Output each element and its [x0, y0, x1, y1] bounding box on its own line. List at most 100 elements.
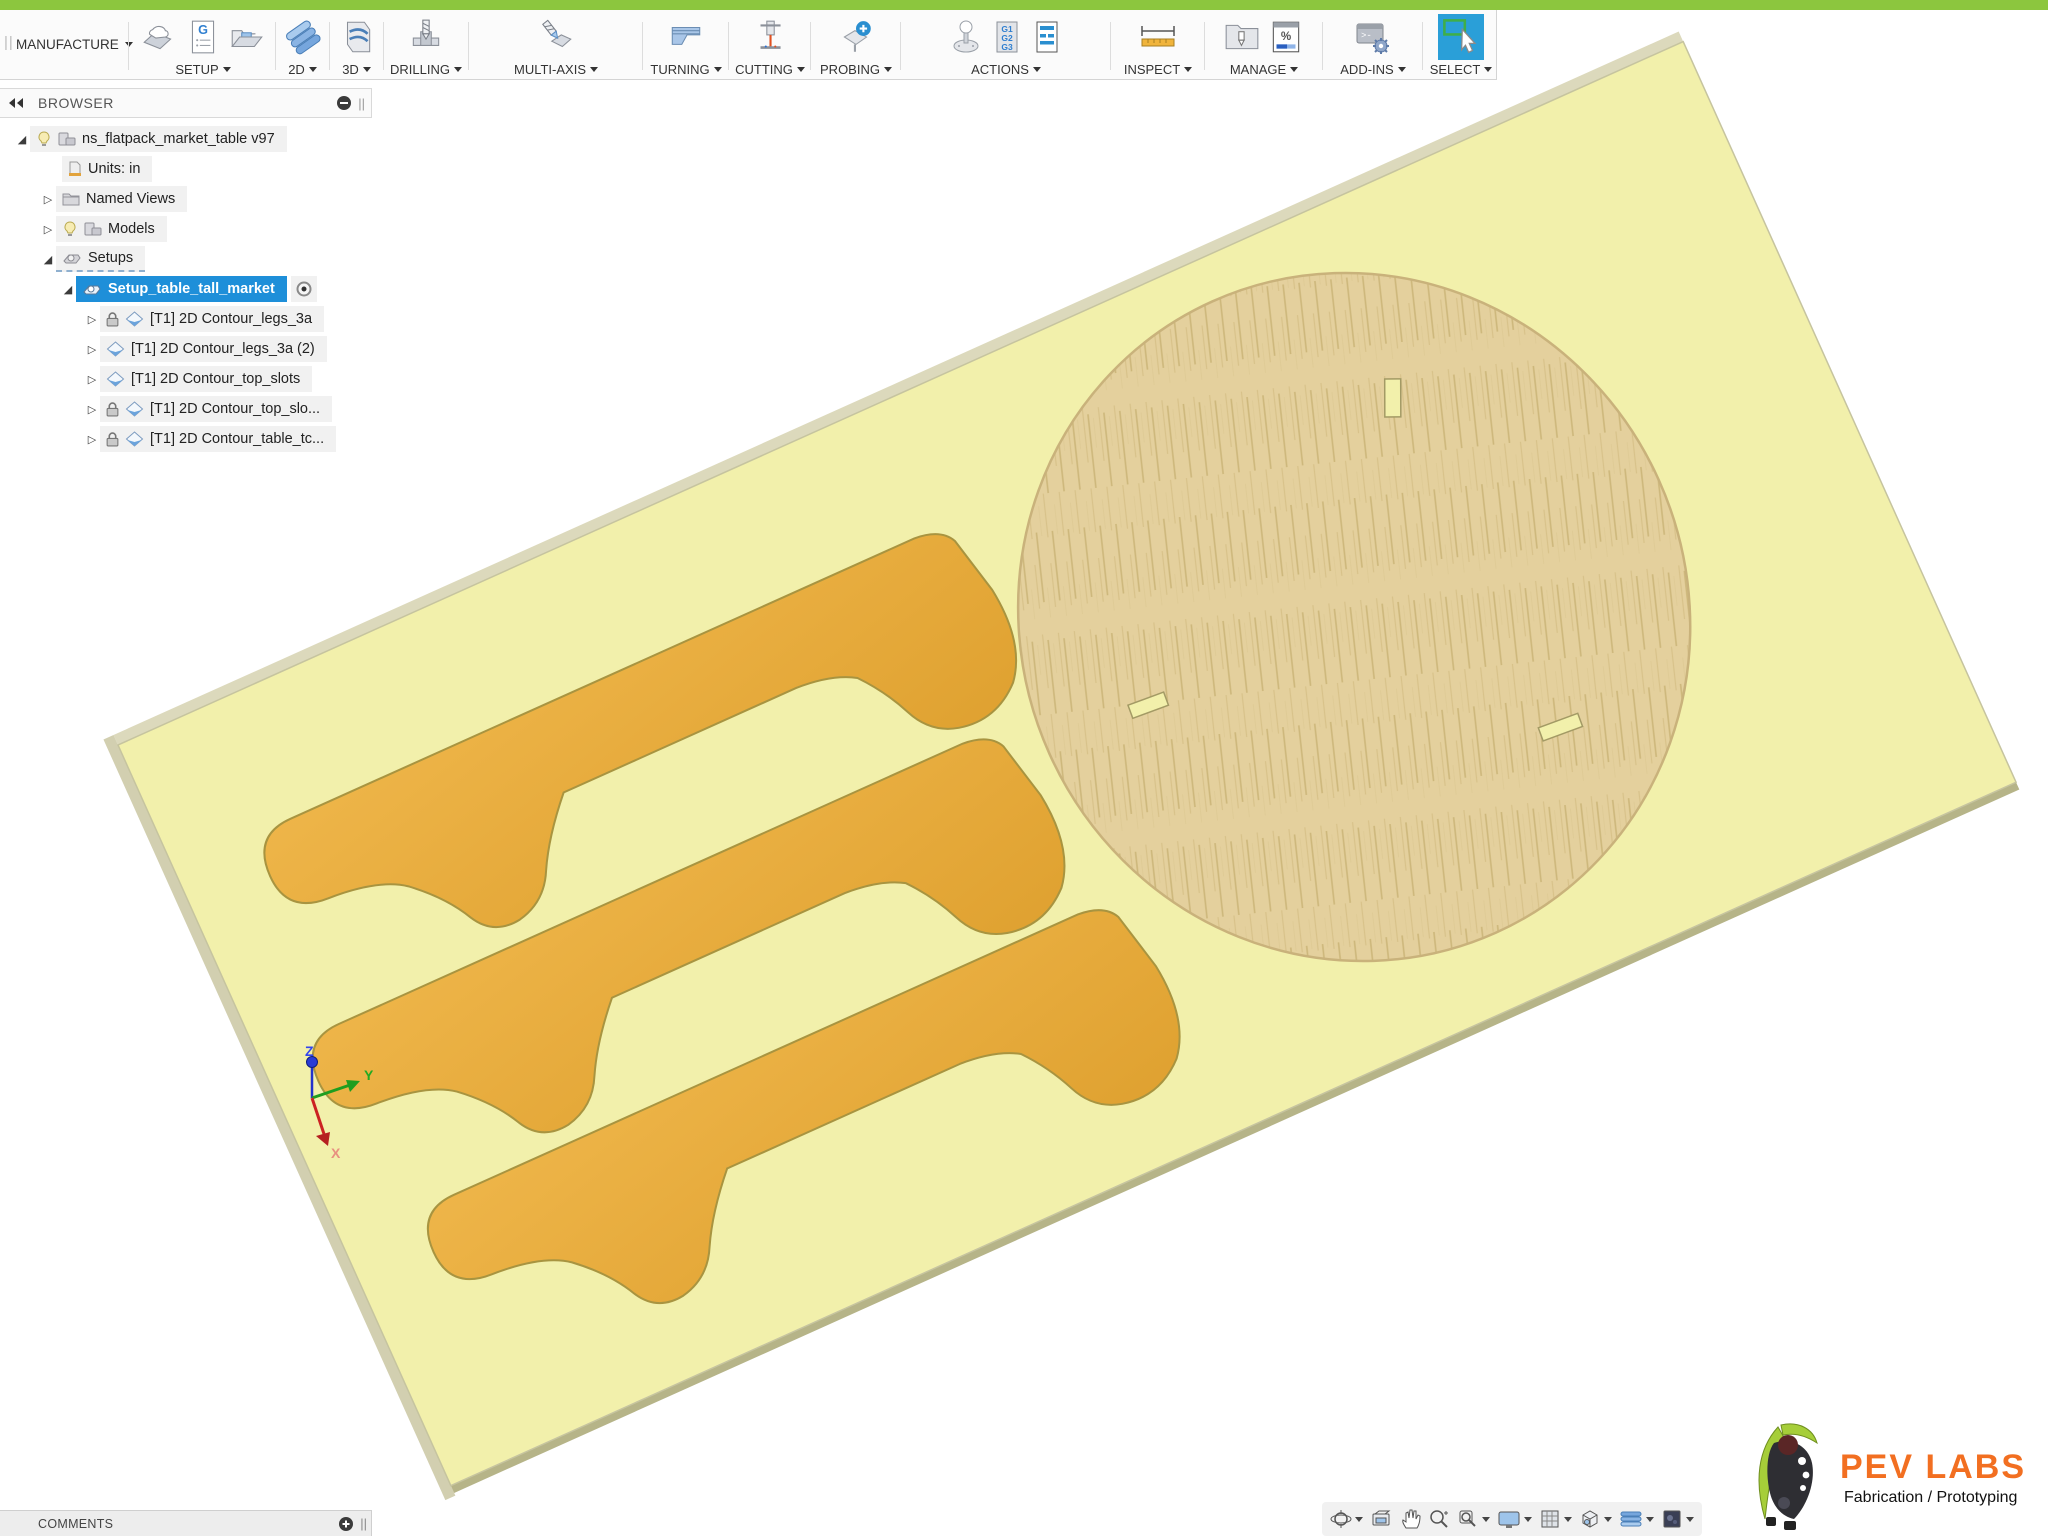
3d-milling-icon[interactable] — [338, 18, 376, 56]
toolbar-menu-actions[interactable]: ACTIONS — [971, 62, 1041, 77]
toolbar-grip[interactable]: || — [4, 34, 14, 51]
toolbar-menu-probing[interactable]: PROBING — [820, 62, 892, 77]
comments-resize-grip[interactable]: || — [360, 1516, 367, 1531]
expander-open-icon[interactable]: ◢ — [40, 253, 56, 266]
tree-row-operation[interactable]: ▷ [T1] 2D Contour_table_tc... — [0, 424, 372, 454]
tree-row-models[interactable]: ▷ Models — [0, 214, 372, 244]
toolbar-group-setup[interactable]: G SETUP — [132, 12, 274, 78]
expander-closed-icon[interactable]: ▷ — [84, 403, 100, 416]
look-at-button[interactable] — [1370, 1508, 1392, 1530]
tree-row-operation[interactable]: ▷ [T1] 2D Contour_legs_3a — [0, 304, 372, 334]
expander-closed-icon[interactable]: ▷ — [84, 433, 100, 446]
expander-closed-icon[interactable]: ▷ — [84, 313, 100, 326]
toolbar-menu-drilling[interactable]: DRILLING — [390, 62, 462, 77]
expander-closed-icon[interactable]: ▷ — [84, 373, 100, 386]
lock-icon — [106, 402, 119, 417]
toolbar-menu-select[interactable]: SELECT — [1430, 62, 1493, 77]
zoom-button[interactable] — [1428, 1508, 1450, 1530]
orbit-button[interactable] — [1330, 1508, 1363, 1530]
display-settings-button[interactable] — [1497, 1508, 1532, 1530]
toolbar-group-3d[interactable]: 3D — [330, 12, 383, 78]
bulb-icon[interactable] — [62, 221, 78, 237]
chevron-down-icon — [363, 67, 371, 72]
chevron-down-icon — [1484, 67, 1492, 72]
simulate-icon[interactable] — [948, 19, 984, 55]
panel-resize-grip[interactable]: || — [358, 96, 365, 111]
fit-button[interactable] — [1457, 1508, 1490, 1530]
gcode-list-icon[interactable]: G1 G2 G3 — [990, 19, 1024, 55]
toolbar-menu-2d[interactable]: 2D — [288, 62, 317, 77]
active-setup-radio[interactable] — [295, 280, 313, 298]
measure-icon[interactable] — [1138, 18, 1178, 56]
table-top-slot[interactable] — [1385, 379, 1401, 417]
expander-closed-icon[interactable]: ▷ — [40, 193, 56, 206]
tree-row-named-views[interactable]: ▷ Named Views — [0, 184, 372, 214]
tree-row-root[interactable]: ◢ ns_flatpack_market_table v97 — [0, 124, 372, 154]
toolbar-group-actions[interactable]: G1 G2 G3 ACTIONS — [902, 12, 1110, 78]
toolbar-group-2d[interactable]: 2D — [276, 12, 329, 78]
tree-row-setups[interactable]: ◢ Setups — [0, 244, 372, 274]
toolbar-menu-multi-axis[interactable]: MULTI-AXIS — [514, 62, 598, 77]
tree-label: [T1] 2D Contour_legs_3a (2) — [131, 341, 315, 357]
add-comment-icon[interactable] — [338, 1516, 354, 1532]
toolbar-group-inspect[interactable]: INSPECT — [1112, 12, 1204, 78]
toolbar-group-multi-axis[interactable]: MULTI-AXIS — [470, 12, 642, 78]
bulb-icon[interactable] — [36, 131, 52, 147]
component-icon — [58, 131, 76, 147]
expander-closed-icon[interactable]: ▷ — [40, 223, 56, 236]
probing-icon[interactable] — [837, 18, 875, 56]
operation-icon — [106, 371, 125, 387]
tree-row-setup-selected[interactable]: ◢ Setup_table_tall_market — [0, 274, 372, 304]
setup-stock-icon[interactable] — [140, 18, 178, 56]
multi-axis-icon[interactable] — [537, 18, 575, 56]
toolbar-group-add-ins[interactable]: >- ADD-INS — [1324, 12, 1422, 78]
selected-setup[interactable]: Setup_table_tall_market — [76, 276, 287, 302]
drilling-icon[interactable] — [407, 18, 445, 56]
gcode-doc-icon[interactable]: G — [184, 18, 222, 56]
chevron-down-icon — [223, 67, 231, 72]
toolbar-menu-inspect[interactable]: INSPECT — [1124, 62, 1192, 77]
visual-style-button[interactable] — [1619, 1508, 1654, 1530]
comments-bar[interactable]: COMMENTS || — [0, 1510, 372, 1536]
feeds-speeds-icon[interactable]: % — [1267, 18, 1305, 56]
2d-milling-icon[interactable] — [284, 18, 322, 56]
tool-library-icon[interactable] — [1223, 18, 1261, 56]
toolbar-group-manage[interactable]: % MANAGE — [1206, 12, 1322, 78]
toolbar-menu-cutting[interactable]: CUTTING — [735, 62, 805, 77]
cutting-icon[interactable] — [751, 18, 789, 56]
tree-row-operation[interactable]: ▷ [T1] 2D Contour_top_slots — [0, 364, 372, 394]
toolbar-menu-add-ins[interactable]: ADD-INS — [1340, 62, 1405, 77]
environment-button[interactable] — [1661, 1508, 1694, 1530]
collapse-panel-icon[interactable] — [8, 97, 24, 109]
scripts-addins-icon[interactable]: >- — [1353, 18, 1393, 56]
toolbar-group-turning[interactable]: TURNING — [644, 12, 728, 78]
tree-row-operation[interactable]: ▷ [T1] 2D Contour_top_slo... — [0, 394, 372, 424]
viewports-button[interactable] — [1579, 1508, 1612, 1530]
toolbar-menu-setup[interactable]: SETUP — [175, 62, 230, 77]
display-settings-icon — [1497, 1508, 1521, 1530]
workspace-switcher[interactable]: MANUFACTURE — [16, 10, 133, 78]
tree-row-operation[interactable]: ▷ [T1] 2D Contour_legs_3a (2) — [0, 334, 372, 364]
setup-sheet-icon[interactable] — [1030, 19, 1064, 55]
turning-icon[interactable] — [667, 18, 705, 56]
grid-settings-button[interactable] — [1539, 1508, 1572, 1530]
expander-closed-icon[interactable]: ▷ — [84, 343, 100, 356]
toolbar-group-select[interactable]: SELECT — [1426, 12, 1496, 78]
tree-row-units[interactable]: Units: in — [0, 154, 372, 184]
toolbar-menu-turning[interactable]: TURNING — [650, 62, 721, 77]
tree-label: Models — [108, 221, 155, 237]
toolbar-menu-3d[interactable]: 3D — [342, 62, 371, 77]
expander-open-icon[interactable]: ◢ — [14, 133, 30, 146]
expander-open-icon[interactable]: ◢ — [60, 283, 76, 296]
post-folder-icon[interactable] — [228, 18, 266, 56]
toolbar-group-cutting[interactable]: CUTTING — [730, 12, 810, 78]
toolbar-group-drilling[interactable]: DRILLING — [384, 12, 468, 78]
panel-options-icon[interactable] — [336, 95, 352, 111]
pan-button[interactable] — [1399, 1508, 1421, 1530]
chevron-down-icon — [1646, 1517, 1654, 1522]
toolbar-menu-manage[interactable]: MANAGE — [1230, 62, 1298, 77]
stock-sheet-group[interactable] — [103, 32, 2020, 1501]
browser-title: BROWSER — [38, 95, 114, 111]
toolbar-group-probing[interactable]: PROBING — [812, 12, 900, 78]
select-icon[interactable] — [1438, 14, 1484, 60]
